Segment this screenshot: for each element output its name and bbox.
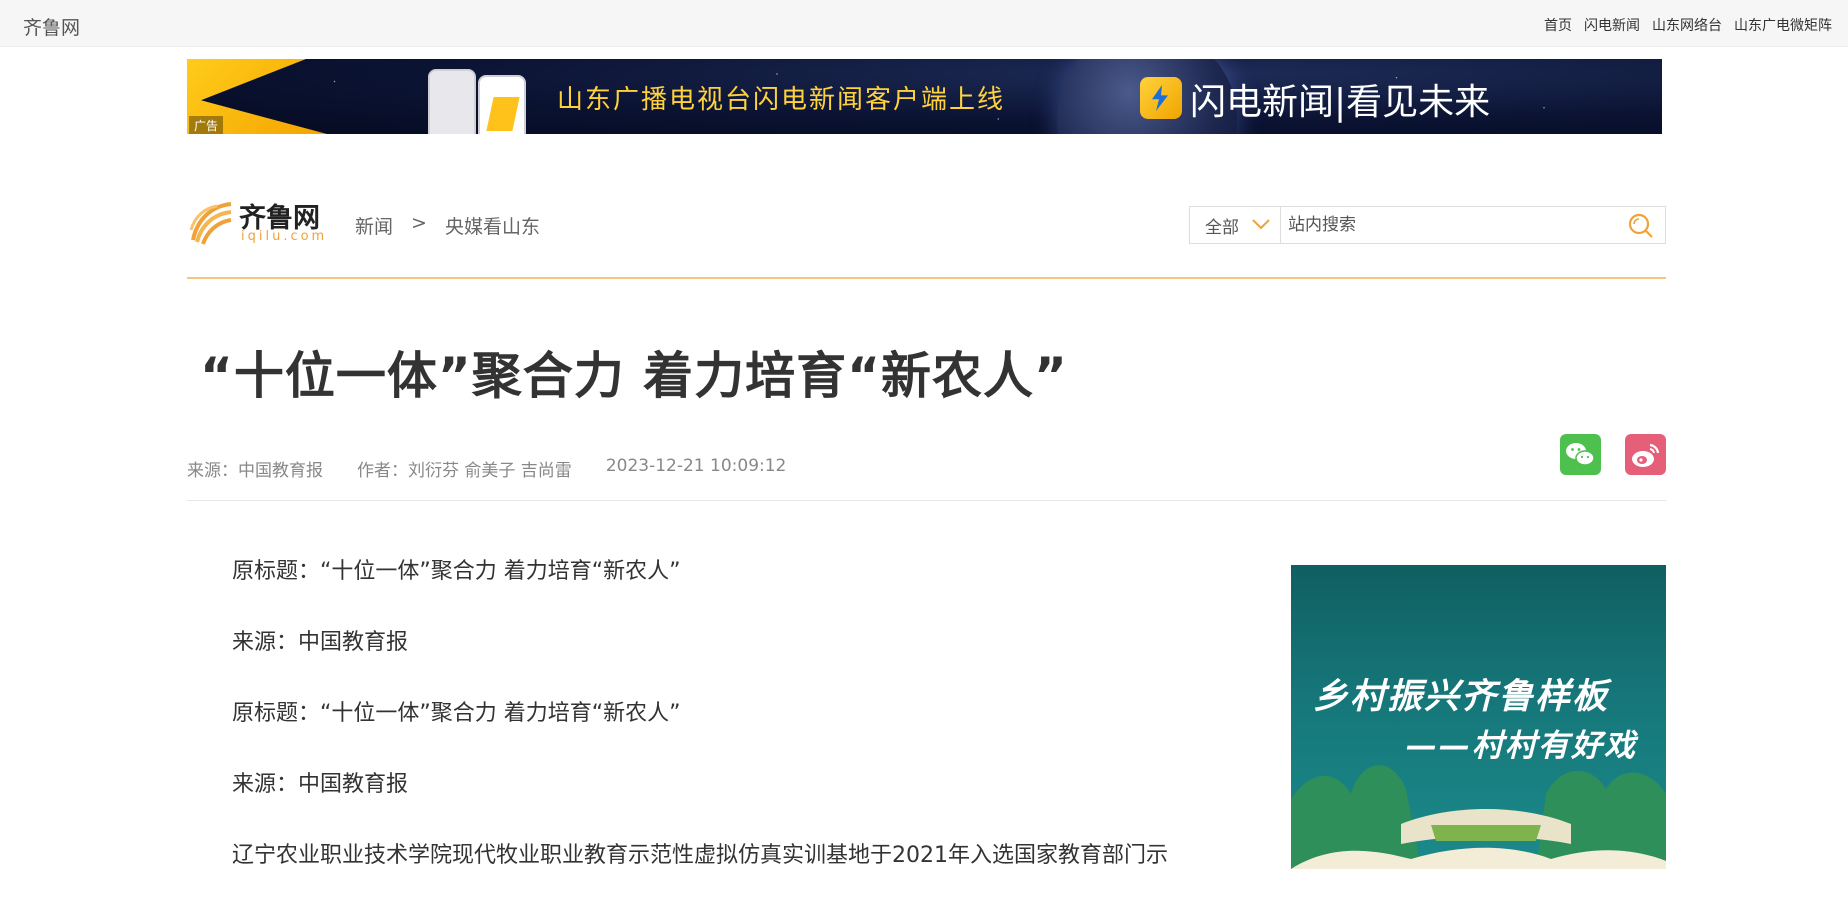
- ad-tag: 广告: [189, 116, 224, 134]
- search-box: 全部: [1189, 206, 1666, 244]
- shandian-logo-icon: [1140, 77, 1182, 119]
- chevron-down-icon: [1252, 219, 1270, 230]
- side-ad-headline: 乡村振兴齐鲁样板: [1313, 677, 1610, 717]
- article-author: 作者：刘衍芬 俞美子 吉尚雷: [357, 461, 572, 481]
- article-paragraph: 来源：中国教育报: [232, 630, 409, 655]
- breadcrumb-news[interactable]: 新闻: [355, 212, 393, 239]
- top-link-micro-matrix[interactable]: 山东广电微矩阵: [1734, 15, 1832, 35]
- article-paragraph: 辽宁农业职业技术学院现代牧业职业教育示范性虚拟仿真实训基地于2021年入选国家教…: [232, 843, 1168, 868]
- top-nav: 首页 闪电新闻 山东网络台 山东广电微矩阵: [1544, 15, 1832, 35]
- breadcrumb-central-media[interactable]: 央媒看山东: [445, 212, 540, 239]
- article-title: “十位一体”聚合力 着力培育“新农人”: [200, 347, 1068, 405]
- search-input[interactable]: [1286, 211, 1606, 239]
- ad-text: 山东广播电视台闪电新闻客户端上线: [557, 85, 1006, 115]
- top-bar: 齐鲁网 首页 闪电新闻 山东网络台 山东广电微矩阵: [0, 0, 1848, 47]
- ad-brand-text: 闪电新闻|看见未来: [1190, 82, 1491, 123]
- article-meta: 来源：中国教育报 作者：刘衍芬 俞美子 吉尚雷 2023-12-21 10:09…: [187, 456, 786, 481]
- top-link-home[interactable]: 首页: [1544, 15, 1572, 35]
- breadcrumb-separator: >: [411, 212, 427, 234]
- top-link-shandong-net-tv[interactable]: 山东网络台: [1652, 15, 1722, 35]
- article-paragraph: 来源：中国教育报: [232, 772, 409, 797]
- search-icon[interactable]: [1627, 212, 1655, 240]
- article-datetime: 2023-12-21 10:09:12: [605, 456, 787, 476]
- ad-banner[interactable]: 山东广播电视台闪电新闻客户端上线 闪电新闻|看见未来 广告: [187, 59, 1662, 134]
- article-paragraph: 原标题：“十位一体”聚合力 着力培育“新农人”: [232, 701, 681, 726]
- search-scope-dropdown[interactable]: 全部: [1190, 207, 1281, 243]
- weibo-icon: [1632, 443, 1660, 467]
- header-divider: [187, 277, 1666, 279]
- side-ad-illustration: [1291, 765, 1666, 869]
- article-paragraph: 原标题：“十位一体”聚合力 着力培育“新农人”: [232, 559, 681, 584]
- wechat-icon: [1566, 443, 1595, 466]
- logo-emblem-icon: [189, 202, 232, 245]
- top-link-shandian-news[interactable]: 闪电新闻: [1584, 15, 1640, 35]
- article-body: 原标题：“十位一体”聚合力 着力培育“新农人” 来源：中国教育报 原标题：“十位…: [232, 560, 1232, 915]
- share-wechat-button[interactable]: [1560, 434, 1601, 475]
- search-scope-label: 全部: [1205, 217, 1239, 238]
- article-source: 来源：中国教育报: [187, 461, 323, 481]
- site-logo[interactable]: 齐鲁网 iqilu.com: [187, 196, 329, 248]
- logo-domain: iqilu.com: [241, 229, 328, 244]
- site-name[interactable]: 齐鲁网: [23, 13, 80, 40]
- breadcrumb: 新闻 > 央媒看山东: [355, 212, 540, 239]
- ad-phones-image: [422, 65, 532, 134]
- side-ad-banner[interactable]: 乡村振兴齐鲁样板 ——村村有好戏: [1291, 565, 1666, 869]
- meta-divider: [187, 500, 1666, 501]
- share-weibo-button[interactable]: [1625, 434, 1666, 475]
